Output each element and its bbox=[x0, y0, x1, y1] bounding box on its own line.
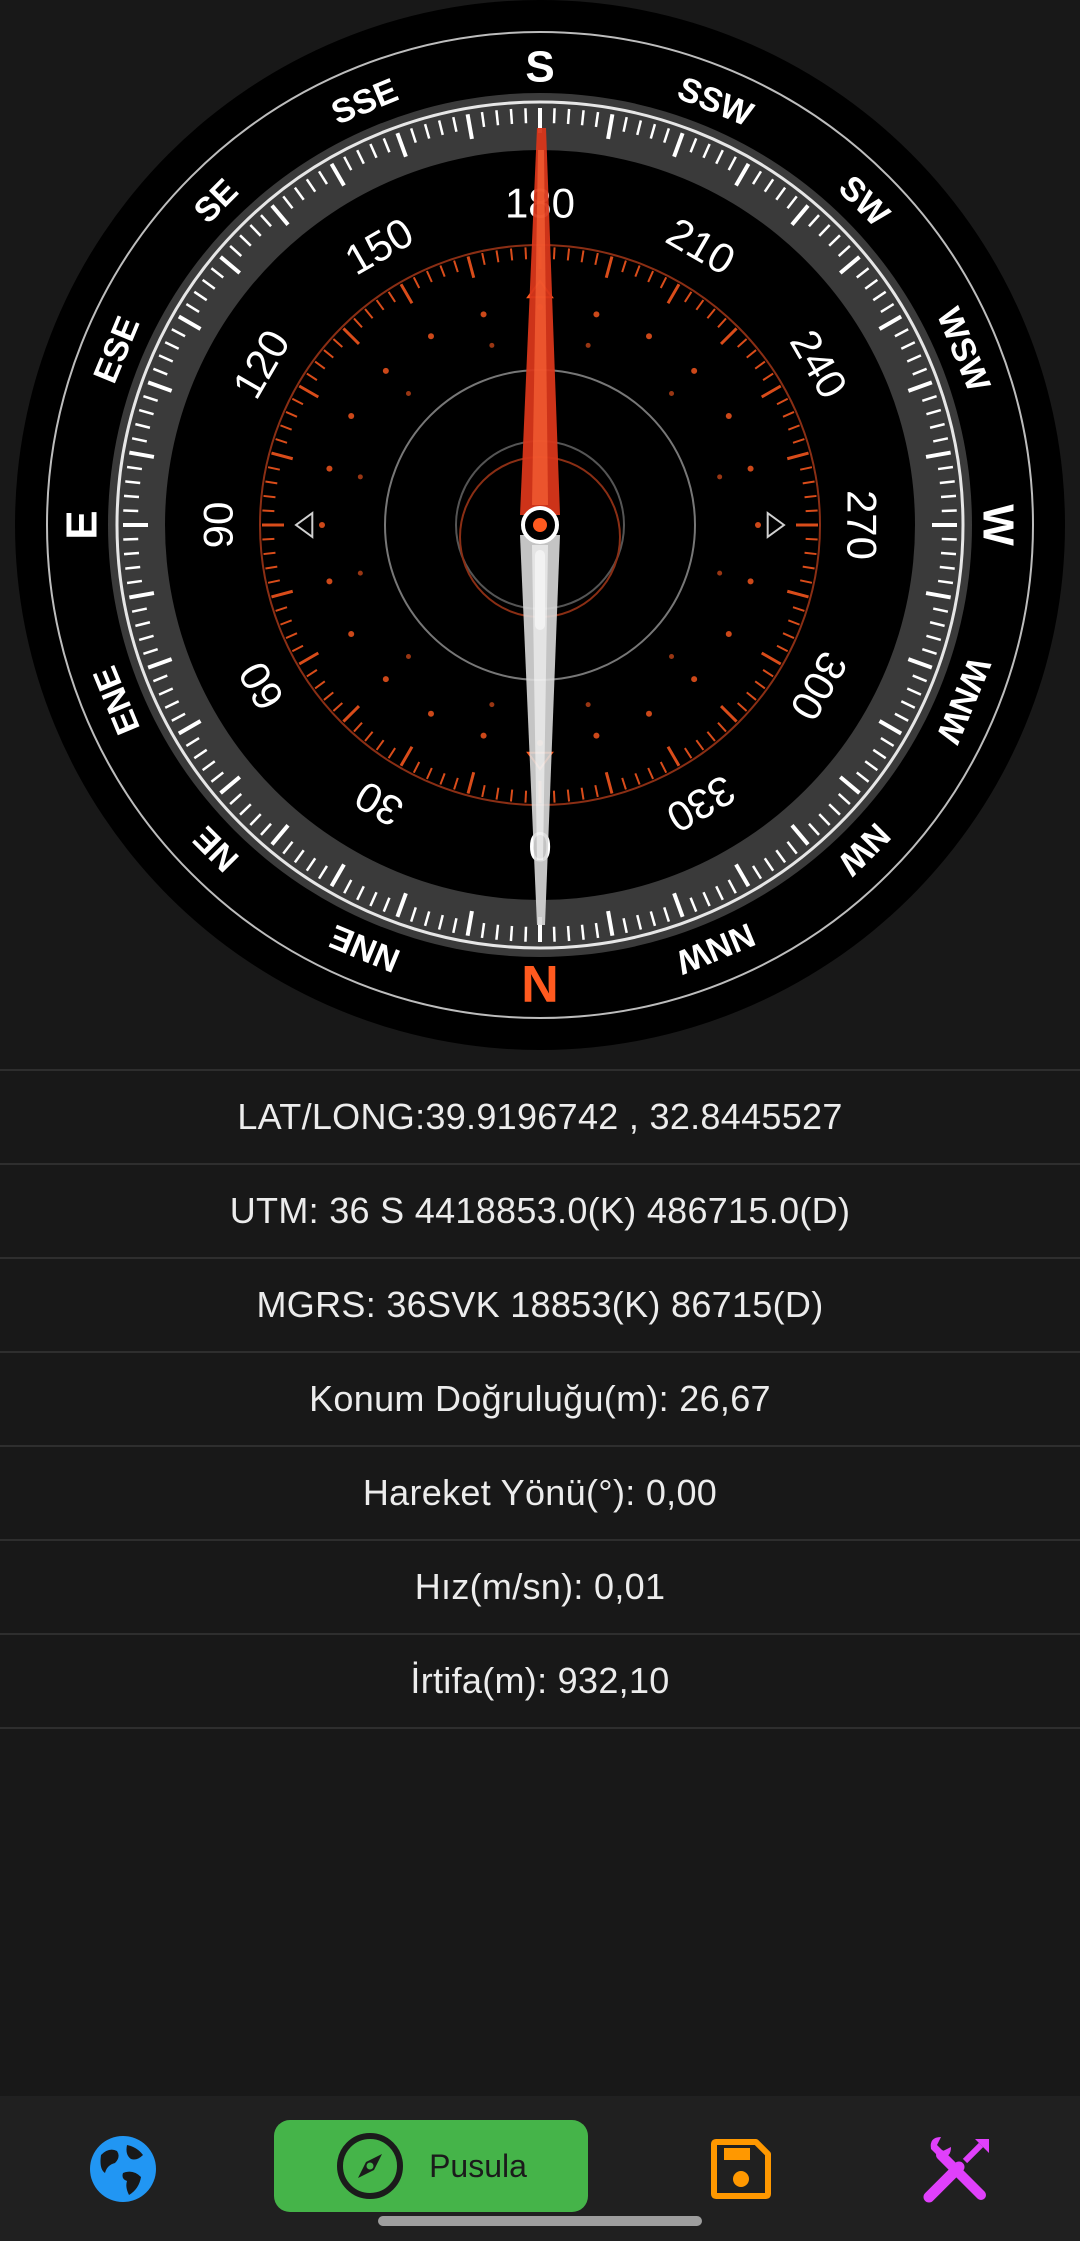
compass-nav-button[interactable]: Pusula bbox=[274, 2120, 588, 2212]
heading-row: Hareket Yönü(°): 0,00 bbox=[0, 1447, 1080, 1541]
save-nav-button[interactable] bbox=[700, 2128, 782, 2210]
location-info-list: LAT/LONG:39.9196742 , 32.8445527 UTM: 36… bbox=[0, 1069, 1080, 1729]
tools-nav-button[interactable] bbox=[916, 2128, 998, 2210]
degree-label-270: 270 bbox=[839, 490, 886, 560]
cardinal-south-label: S bbox=[525, 43, 554, 92]
utm-text: UTM: 36 S 4418853.0(K) 486715.0(D) bbox=[229, 1190, 851, 1231]
save-icon bbox=[711, 2139, 771, 2199]
latlong-text: LAT/LONG:39.9196742 , 32.8445527 bbox=[237, 1096, 843, 1137]
compass-icon bbox=[337, 2133, 404, 2199]
utm-row: UTM: 36 S 4418853.0(K) 486715.0(D) bbox=[0, 1165, 1080, 1259]
heading-text: Hareket Yönü(°): 0,00 bbox=[362, 1472, 718, 1513]
mgrs-row: MGRS: 36SVK 18853(K) 86715(D) bbox=[0, 1259, 1080, 1353]
altitude-row: İrtifa(m): 932,10 bbox=[0, 1635, 1080, 1729]
latlong-row: LAT/LONG:39.9196742 , 32.8445527 bbox=[0, 1071, 1080, 1165]
cardinal-east-label: E bbox=[58, 510, 107, 539]
degree-label-90: 90 bbox=[195, 502, 242, 549]
accuracy-row: Konum Doğruluğu(m): 26,67 bbox=[0, 1353, 1080, 1447]
speed-row: Hız(m/sn): 0,01 bbox=[0, 1541, 1080, 1635]
accuracy-text: Konum Doğruluğu(m): 26,67 bbox=[309, 1378, 771, 1419]
altitude-text: İrtifa(m): 932,10 bbox=[410, 1660, 670, 1701]
map-nav-button[interactable] bbox=[82, 2128, 164, 2210]
mgrs-text: MGRS: 36SVK 18853(K) 86715(D) bbox=[256, 1284, 824, 1325]
globe-icon bbox=[90, 2136, 156, 2202]
cardinal-west-label: W bbox=[974, 504, 1023, 546]
compass: NESWNNENEENEESESESSESSWSWWSWWNWNWNNW 030… bbox=[0, 0, 1080, 1060]
cardinal-north-label: N bbox=[521, 954, 559, 1012]
tools-icon bbox=[923, 2137, 989, 2203]
compass-dial: NESWNNENEENEESESESSESSWSWWSWWNWNWNNW 030… bbox=[15, 0, 1065, 1050]
compass-nav-label: Pusula bbox=[429, 2147, 527, 2184]
speed-text: Hız(m/sn): 0,01 bbox=[414, 1566, 666, 1607]
home-indicator bbox=[378, 2216, 702, 2226]
